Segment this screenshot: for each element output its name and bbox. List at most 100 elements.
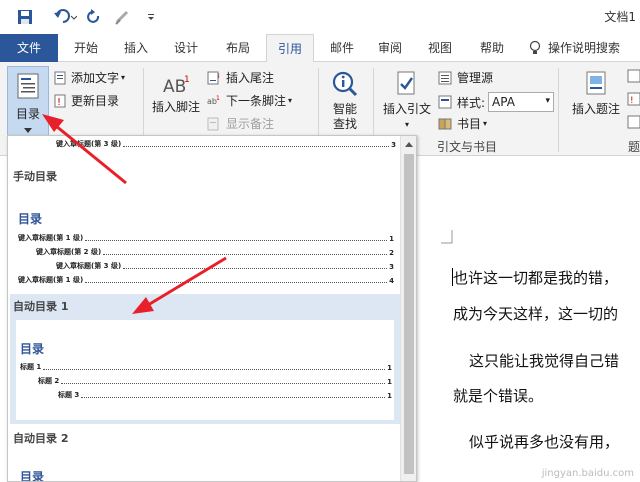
- document-title: 文档1: [604, 10, 636, 24]
- insert-citation-icon: [397, 71, 415, 95]
- tab-layout[interactable]: 布局: [216, 34, 260, 62]
- auto-toc-2-header: 自动目录 2: [13, 432, 69, 445]
- insert-endnote-button[interactable]: i 插入尾注: [207, 69, 274, 86]
- toc-gallery-dropdown: 键入章标题(第 3 级) 3 手动目录 目录 键入章标题(第 1 级) 1 键入章标…: [7, 135, 417, 482]
- add-text-button[interactable]: 添加文字 ▾: [54, 69, 125, 86]
- watermark: jingyan.baidu.com: [541, 468, 634, 479]
- manage-sources-button[interactable]: 管理源: [438, 69, 493, 86]
- insert-footnote-label: 插入脚注: [151, 100, 200, 114]
- toc-button-label: 目录: [15, 107, 40, 121]
- auto-toc-1-option[interactable]: 自动目录 1 目录 标题 11 标题 21 标题 31: [10, 294, 400, 424]
- toc-title: 目录: [20, 342, 45, 356]
- lightbulb-icon: [529, 40, 541, 54]
- tab-references[interactable]: 引用: [266, 34, 314, 63]
- tab-file[interactable]: 文件: [0, 34, 58, 62]
- bibliography-icon: [438, 118, 452, 129]
- document-canvas[interactable]: 也许这一切都是我的错， 成为今天这样，这一切的 这只能让我觉得自己错 就是个错误…: [417, 156, 640, 482]
- update-toc-icon: !: [54, 94, 66, 108]
- redo-icon[interactable]: [84, 6, 104, 28]
- smart-lookup-label-2: 查找: [332, 117, 357, 131]
- paragraph-line: 就是个错误。: [453, 387, 544, 405]
- toc-entry: 键入章标题(第 3 级) 3: [56, 262, 394, 271]
- auto-toc-2-option[interactable]: 自动目录 2 目录: [10, 426, 400, 481]
- insert-table-of-figures-icon[interactable]: [627, 69, 640, 83]
- tab-review[interactable]: 审阅: [368, 34, 412, 62]
- scroll-up-icon[interactable]: [404, 140, 414, 148]
- svg-text:i: i: [218, 73, 220, 80]
- insert-endnote-label: 插入尾注: [226, 71, 275, 85]
- cross-reference-icon[interactable]: [627, 115, 640, 129]
- manual-toc-option[interactable]: 目录 键入章标题(第 1 级) 1 键入章标题(第 2 级) 2 键入章标题(第 3…: [10, 186, 400, 296]
- toc-entry: 键入章标题(第 1 级) 1: [18, 234, 394, 243]
- toc-entry: 标题 21: [38, 377, 392, 386]
- margin-corner-marker: [441, 230, 453, 244]
- next-footnote-icon: ab 1: [207, 95, 220, 106]
- paragraph-line: 成为今天这样，这一切的: [453, 305, 619, 323]
- tab-insert[interactable]: 插入: [114, 34, 158, 62]
- toc-entry: 键入章标题(第 1 级) 4: [18, 276, 394, 285]
- chevron-down-icon: ▾: [545, 96, 551, 106]
- add-text-icon: [54, 71, 66, 84]
- toc-entry: 标题 11: [20, 363, 392, 372]
- manual-toc-header: 手动目录: [13, 170, 57, 183]
- auto-toc-1-preview: 目录 标题 11 标题 21 标题 31: [16, 320, 394, 420]
- toc-entry: 标题 31: [58, 391, 392, 400]
- paragraph-line: 也许这一切都是我的错，: [453, 269, 619, 287]
- insert-caption-button[interactable]: 插入题注: [568, 70, 624, 117]
- tab-help[interactable]: 帮助: [470, 34, 514, 62]
- citations-group-label: 引文与书目: [437, 140, 498, 154]
- style-icon: [438, 95, 452, 109]
- show-notes-button[interactable]: 显示备注: [207, 115, 274, 132]
- save-icon[interactable]: [14, 6, 36, 28]
- tab-mailings[interactable]: 邮件: [320, 34, 364, 62]
- insert-caption-icon: [586, 71, 606, 95]
- insert-citation-button[interactable]: 插入引文 ▾: [378, 70, 436, 132]
- toc-icon: [17, 73, 39, 99]
- manage-sources-label: 管理源: [457, 71, 494, 85]
- next-footnote-button[interactable]: ab 1 下一条脚注 ▾: [207, 92, 292, 109]
- gallery-scrollbar[interactable]: [400, 136, 416, 481]
- insert-caption-label: 插入题注: [571, 102, 620, 116]
- citation-style-control: 样式: APA ▾: [438, 92, 555, 112]
- endnote-icon: i: [207, 71, 220, 84]
- tell-me-search[interactable]: 操作说明搜索: [528, 34, 640, 62]
- smart-lookup-button[interactable]: 智能 查找: [325, 70, 365, 132]
- tab-view[interactable]: 视图: [418, 34, 462, 62]
- show-notes-label: 显示备注: [226, 117, 275, 131]
- toc-entry: 键入章标题(第 2 级) 2: [36, 248, 394, 257]
- undo-icon[interactable]: [50, 6, 80, 28]
- add-text-label: 添加文字: [71, 71, 120, 85]
- format-painter-icon[interactable]: [112, 6, 134, 28]
- paragraph-line: 似乎说再多也没有用，: [469, 433, 620, 451]
- insert-citation-label: 插入引文: [382, 102, 431, 116]
- manage-sources-icon: [438, 71, 452, 84]
- svg-text:1: 1: [216, 95, 220, 102]
- svg-text:AB: AB: [163, 77, 186, 96]
- captions-group-label: 题: [628, 140, 640, 154]
- svg-text:!: !: [57, 97, 61, 108]
- next-footnote-label: 下一条脚注: [226, 94, 287, 108]
- toc-button[interactable]: 目录: [7, 66, 49, 140]
- update-toc-label: 更新目录: [71, 94, 120, 108]
- insert-footnote-button[interactable]: AB 1 插入脚注: [150, 72, 202, 115]
- svg-text:1: 1: [184, 75, 190, 85]
- smart-lookup-icon: [332, 71, 358, 97]
- toc-title: 目录: [18, 212, 43, 226]
- style-select[interactable]: APA ▾: [488, 92, 555, 112]
- tab-design[interactable]: 设计: [164, 34, 208, 62]
- paragraph-line: 这只能让我觉得自己错: [469, 352, 620, 370]
- bibliography-label: 书目: [457, 117, 482, 131]
- customize-qat-icon[interactable]: [144, 6, 158, 28]
- tell-me-label: 操作说明搜索: [548, 41, 621, 55]
- tab-home[interactable]: 开始: [64, 34, 108, 62]
- quick-access-toolbar: 文档1: [0, 0, 640, 34]
- bibliography-button[interactable]: 书目 ▾: [438, 115, 487, 132]
- update-toc-button[interactable]: ! 更新目录: [54, 92, 119, 109]
- ribbon-tabs: 文件 开始 插入 设计 布局 引用 邮件 审阅 视图 帮助 操作说明搜索: [0, 34, 640, 63]
- smart-lookup-label-1: 智能: [332, 102, 357, 116]
- toc-entry: 键入章标题(第 3 级) 3: [56, 140, 396, 149]
- scroll-thumb[interactable]: [404, 154, 414, 474]
- update-table-icon[interactable]: !: [627, 92, 640, 106]
- show-notes-icon: [207, 117, 219, 130]
- style-label: 样式:: [457, 95, 486, 110]
